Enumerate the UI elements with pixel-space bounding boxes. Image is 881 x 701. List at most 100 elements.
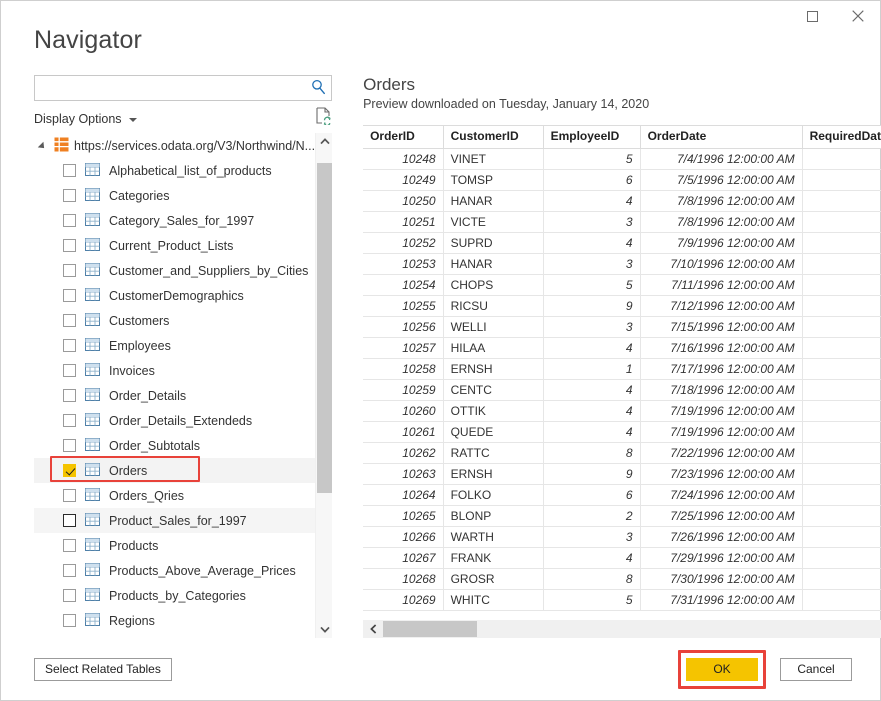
tree-item-employees[interactable]: Employees xyxy=(34,333,315,358)
tree-item-product_sales_for_1997[interactable]: Product_Sales_for_1997 xyxy=(34,508,315,533)
checkbox[interactable] xyxy=(63,264,76,277)
tree-item-label: Order_Details_Extendeds xyxy=(109,414,252,428)
column-header-employeeid[interactable]: EmployeeID xyxy=(543,126,640,148)
column-header-requireddate[interactable]: RequiredDate xyxy=(802,126,881,148)
tree-item-customer_and_suppliers_by_cities[interactable]: Customer_and_Suppliers_by_Cities xyxy=(34,258,315,283)
tree-item-orders[interactable]: Orders xyxy=(34,458,315,483)
table-row[interactable]: 10250HANAR47/8/1996 12:00:00 AM8/5/199 xyxy=(363,190,881,211)
table-row[interactable]: 10256WELLI37/15/1996 12:00:00 AM8/12/199 xyxy=(363,316,881,337)
table-cell: TOMSP xyxy=(443,169,543,190)
tree-item-order_details[interactable]: Order_Details xyxy=(34,383,315,408)
tree-item-products_by_categories[interactable]: Products_by_Categories xyxy=(34,583,315,608)
tree-item-categories[interactable]: Categories xyxy=(34,183,315,208)
column-header-customerid[interactable]: CustomerID xyxy=(443,126,543,148)
table-cell: 10249 xyxy=(363,169,443,190)
table-row[interactable]: 10269WHITC57/31/1996 12:00:00 AM8/14/199 xyxy=(363,589,881,610)
table-row[interactable]: 10257HILAA47/16/1996 12:00:00 AM8/13/199 xyxy=(363,337,881,358)
checkbox[interactable] xyxy=(63,189,76,202)
table-cell: OTTIK xyxy=(443,400,543,421)
preview-table-area: OrderIDCustomerIDEmployeeIDOrderDateRequ… xyxy=(363,125,881,638)
expander-icon[interactable] xyxy=(40,141,49,150)
search-input[interactable] xyxy=(34,75,332,101)
checkbox[interactable] xyxy=(63,489,76,502)
preview-horizontal-scrollbar[interactable] xyxy=(363,620,881,638)
tree-item-regions[interactable]: Regions xyxy=(34,608,315,633)
table-grid-icon xyxy=(85,313,100,329)
checkbox[interactable] xyxy=(63,439,76,452)
display-options-dropdown[interactable]: Display Options xyxy=(34,112,137,126)
table-row[interactable]: 10263ERNSH97/23/1996 12:00:00 AM8/20/199 xyxy=(363,463,881,484)
scroll-up-arrow-icon[interactable] xyxy=(316,133,333,150)
table-row[interactable]: 10260OTTIK47/19/1996 12:00:00 AM8/16/199 xyxy=(363,400,881,421)
table-row[interactable]: 10254CHOPS57/11/1996 12:00:00 AM8/8/199 xyxy=(363,274,881,295)
preview-hscroll-thumb[interactable] xyxy=(383,621,477,637)
tree-item-category_sales_for_1997[interactable]: Category_Sales_for_1997 xyxy=(34,208,315,233)
tree-item-invoices[interactable]: Invoices xyxy=(34,358,315,383)
table-row[interactable]: 10266WARTH37/26/1996 12:00:00 AM9/6/199 xyxy=(363,526,881,547)
dialog-footer: Select Related Tables OK Cancel xyxy=(1,638,880,700)
tree-vertical-scrollbar[interactable] xyxy=(315,133,332,638)
tree-item-products[interactable]: Products xyxy=(34,533,315,558)
table-row[interactable]: 10249TOMSP67/5/1996 12:00:00 AM8/16/199 xyxy=(363,169,881,190)
tree-item-label: Products_Above_Average_Prices xyxy=(109,564,296,578)
table-grid-icon xyxy=(85,463,100,479)
table-row[interactable]: 10253HANAR37/10/1996 12:00:00 AM7/24/199 xyxy=(363,253,881,274)
table-row[interactable]: 10255RICSU97/12/1996 12:00:00 AM8/9/199 xyxy=(363,295,881,316)
table-row[interactable]: 10251VICTE37/8/1996 12:00:00 AM8/5/199 xyxy=(363,211,881,232)
table-grid-icon xyxy=(85,238,100,254)
checkbox[interactable] xyxy=(63,564,76,577)
checkbox[interactable] xyxy=(63,514,76,527)
tree-root-node[interactable]: https://services.odata.org/V3/Northwind/… xyxy=(34,133,315,158)
tree-item-label: Products_by_Categories xyxy=(109,589,246,603)
column-header-orderdate[interactable]: OrderDate xyxy=(640,126,802,148)
ok-button[interactable]: OK xyxy=(686,658,758,681)
checkbox[interactable] xyxy=(63,339,76,352)
ok-button-highlight: OK xyxy=(678,650,766,689)
checkbox[interactable] xyxy=(63,389,76,402)
checkbox[interactable] xyxy=(63,414,76,427)
checkbox[interactable] xyxy=(63,164,76,177)
table-row[interactable]: 10258ERNSH17/17/1996 12:00:00 AM8/14/199 xyxy=(363,358,881,379)
table-row[interactable]: 10252SUPRD47/9/1996 12:00:00 AM8/6/199 xyxy=(363,232,881,253)
tree-item-alphabetical_list_of_products[interactable]: Alphabetical_list_of_products xyxy=(34,158,315,183)
tree-item-customers[interactable]: Customers xyxy=(34,308,315,333)
tree-scroll-thumb[interactable] xyxy=(317,163,332,493)
checkbox[interactable] xyxy=(63,589,76,602)
tree-item-order_details_extendeds[interactable]: Order_Details_Extendeds xyxy=(34,408,315,433)
table-row[interactable]: 10262RATTC87/22/1996 12:00:00 AM8/19/199 xyxy=(363,442,881,463)
tree-list: Alphabetical_list_of_productsCategoriesC… xyxy=(34,158,315,633)
table-row[interactable]: 10261QUEDE47/19/1996 12:00:00 AM8/16/199 xyxy=(363,421,881,442)
scroll-left-arrow-icon[interactable] xyxy=(363,620,383,638)
table-cell: FOLKO xyxy=(443,484,543,505)
tree-item-customerdemographics[interactable]: CustomerDemographics xyxy=(34,283,315,308)
refresh-preview-icon[interactable] xyxy=(316,107,332,130)
table-cell: 4 xyxy=(543,547,640,568)
table-cell: 3 xyxy=(543,316,640,337)
tree-item-orders_qries[interactable]: Orders_Qries xyxy=(34,483,315,508)
select-related-tables-button[interactable]: Select Related Tables xyxy=(34,658,172,681)
checkbox[interactable] xyxy=(63,539,76,552)
tree-item-products_above_average_prices[interactable]: Products_Above_Average_Prices xyxy=(34,558,315,583)
table-cell: RICSU xyxy=(443,295,543,316)
cancel-button[interactable]: Cancel xyxy=(780,658,852,681)
checkbox[interactable] xyxy=(63,364,76,377)
table-row[interactable]: 10267FRANK47/29/1996 12:00:00 AM8/26/199 xyxy=(363,547,881,568)
tree-item-label: Regions xyxy=(109,614,155,628)
column-header-orderid[interactable]: OrderID xyxy=(363,126,443,148)
scroll-down-arrow-icon[interactable] xyxy=(316,621,333,638)
checkbox[interactable] xyxy=(63,464,76,477)
checkbox[interactable] xyxy=(63,214,76,227)
table-row[interactable]: 10259CENTC47/18/1996 12:00:00 AM8/15/199 xyxy=(363,379,881,400)
checkbox[interactable] xyxy=(63,289,76,302)
table-row[interactable]: 10248VINET57/4/1996 12:00:00 AM8/1/199 xyxy=(363,148,881,169)
table-row[interactable]: 10268GROSR87/30/1996 12:00:00 AM8/27/199 xyxy=(363,568,881,589)
checkbox[interactable] xyxy=(63,314,76,327)
tree-item-current_product_lists[interactable]: Current_Product_Lists xyxy=(34,233,315,258)
checkbox[interactable] xyxy=(63,239,76,252)
checkbox[interactable] xyxy=(63,614,76,627)
table-row[interactable]: 10264FOLKO67/24/1996 12:00:00 AM8/21/199 xyxy=(363,484,881,505)
table-cell: 7/16/1996 12:00:00 AM xyxy=(640,337,802,358)
table-cell: 10253 xyxy=(363,253,443,274)
table-row[interactable]: 10265BLONP27/25/1996 12:00:00 AM8/22/199 xyxy=(363,505,881,526)
tree-item-order_subtotals[interactable]: Order_Subtotals xyxy=(34,433,315,458)
